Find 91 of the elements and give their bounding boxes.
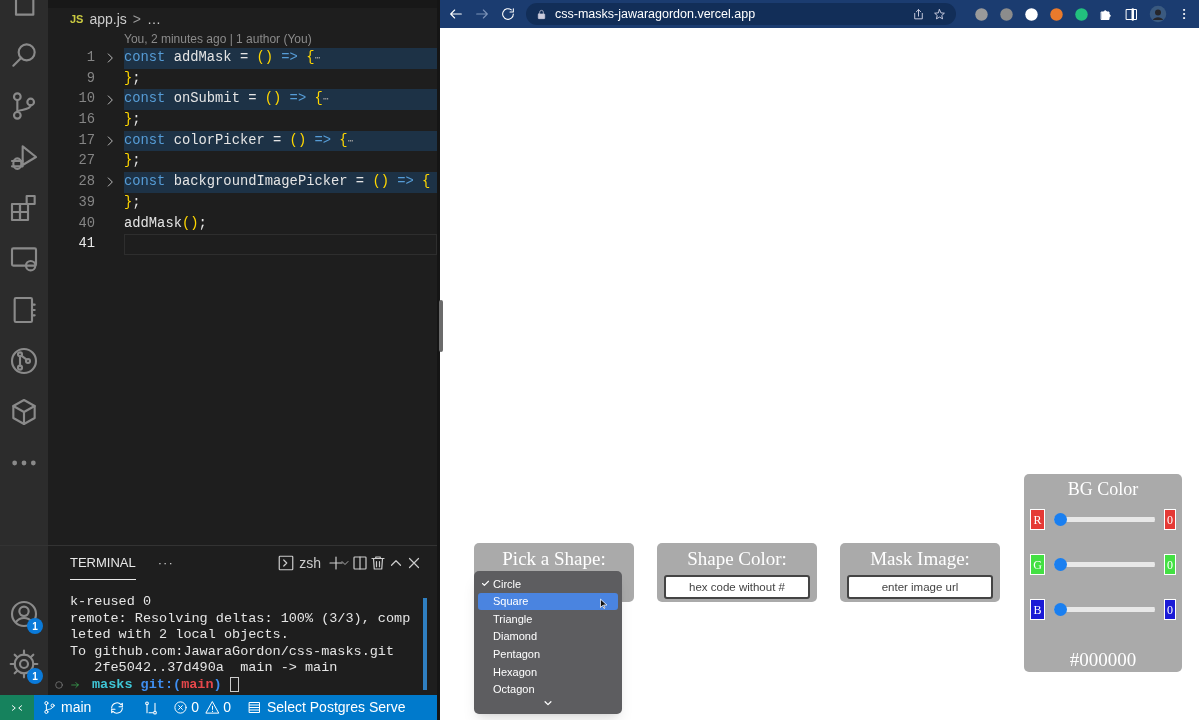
- circle-icon: [54, 679, 64, 690]
- plus-icon[interactable]: [327, 554, 345, 572]
- file-type-label: JS: [70, 11, 84, 27]
- channel-label: R: [1030, 509, 1045, 530]
- arrow-right-icon: [70, 679, 80, 690]
- database-icon: [246, 700, 262, 715]
- slider-thumb[interactable]: [1054, 558, 1067, 571]
- line-number: 16: [77, 111, 95, 130]
- branch-button[interactable]: main: [42, 697, 92, 718]
- split-icon[interactable]: [351, 554, 369, 572]
- channel-value: 0: [1164, 554, 1176, 575]
- line-number: 9: [85, 69, 95, 88]
- git-graph-icon[interactable]: [8, 345, 40, 377]
- menu-item[interactable]: Circle: [478, 575, 618, 593]
- code-line: };: [124, 152, 141, 171]
- terminal-line: remote: Resolving deltas: 100% (3/3), comp: [70, 610, 412, 627]
- menu-item[interactable]: Hexagon: [478, 662, 618, 681]
- code-line: };: [124, 69, 141, 88]
- more-actions-button[interactable]: ···: [157, 553, 174, 573]
- line-number: 40: [77, 214, 95, 233]
- menu-item[interactable]: Diamond: [478, 627, 618, 646]
- line-number: 1: [85, 49, 95, 67]
- trash-icon[interactable]: [369, 554, 387, 572]
- settings-icon[interactable]: [8, 648, 40, 680]
- line-number: 28: [77, 173, 95, 192]
- code-line: const backgroundImagePicker = () => {: [124, 173, 431, 192]
- sidebar-icon[interactable]: [1124, 6, 1139, 22]
- lock-icon: [536, 8, 547, 20]
- panel-title: Shape Color:: [687, 548, 787, 570]
- menu-item[interactable]: Octagon: [478, 680, 618, 699]
- address-bar[interactable]: css-masks-jawaragordon.vercel.app: [526, 3, 956, 25]
- scrollbar[interactable]: [423, 598, 427, 690]
- back-icon[interactable]: [448, 6, 464, 22]
- line-number: 10: [77, 90, 95, 109]
- shell-label[interactable]: zsh: [299, 552, 321, 574]
- panel-title: Mask Image:: [870, 548, 970, 570]
- error-icon: [173, 700, 189, 715]
- breadcrumb-separator: >: [132, 9, 141, 29]
- channel-label: G: [1030, 554, 1045, 575]
- menu-item[interactable]: Pentagon: [478, 645, 618, 663]
- slider-thumb[interactable]: [1054, 603, 1067, 616]
- terminal-line: To github.com:JawaraGordon/css-masks.git: [70, 643, 396, 660]
- slider-thumb[interactable]: [1054, 513, 1067, 526]
- warning-icon: [205, 700, 221, 715]
- text-input[interactable]: hex code without #: [664, 575, 810, 599]
- share-icon[interactable]: [912, 7, 925, 21]
- blame-annotation: You, 2 minutes ago | 1 author (You): [123, 31, 313, 48]
- extension-icon[interactable]: [1074, 6, 1089, 22]
- line-number: 41: [77, 235, 95, 254]
- channel-value: 0: [1164, 599, 1176, 620]
- mouse-pointer-icon: [598, 596, 610, 611]
- panel-title: Pick a Shape:: [502, 548, 606, 570]
- terminal-prompt: masks git:(main): [92, 676, 222, 693]
- code-line: };: [124, 111, 141, 130]
- line-number: 39: [77, 193, 95, 212]
- terminal-line: leted with 2 local objects.: [70, 627, 290, 644]
- menu-item[interactable]: Square: [478, 592, 618, 611]
- channel-label: B: [1030, 599, 1045, 620]
- breadcrumb-item[interactable]: …: [147, 8, 161, 30]
- code-line: const addMask = () => {⋯: [124, 49, 321, 67]
- line-number: 17: [77, 131, 95, 150]
- database-button[interactable]: Select Postgres Serve: [246, 697, 406, 718]
- terminal-cursor: [229, 677, 239, 693]
- account-icon[interactable]: [8, 598, 40, 630]
- star-icon[interactable]: [933, 7, 946, 21]
- menu-item[interactable]: Triangle: [478, 610, 618, 628]
- hex-value: #000000: [1069, 648, 1137, 672]
- terminal-line: 2fe5042..37d490a main -> main: [93, 660, 339, 677]
- check-icon: [481, 579, 490, 589]
- code-line: const onSubmit = () => {⋯: [124, 90, 329, 109]
- avatar-icon[interactable]: [1149, 5, 1167, 23]
- channel-value: 0: [1164, 509, 1176, 530]
- git-compare-icon[interactable]: [143, 699, 160, 716]
- problems-button[interactable]: 0 0: [173, 697, 231, 718]
- line-number: 27: [77, 152, 95, 171]
- extension-icon[interactable]: [1024, 6, 1039, 22]
- branch-icon: [42, 700, 57, 715]
- notification-badge: 1: [27, 618, 43, 634]
- text-input[interactable]: enter image url: [847, 575, 993, 599]
- code-line: };: [124, 193, 141, 212]
- terminal-icon[interactable]: [277, 554, 296, 572]
- code-line: const colorPicker = () => {⋯: [124, 131, 354, 150]
- reload-icon[interactable]: [500, 6, 516, 22]
- code-line: addMask();: [124, 214, 207, 233]
- panel-tab[interactable]: TERMINAL: [70, 546, 136, 580]
- terminal-line: k-reused 0: [70, 594, 152, 611]
- notification-badge: 1: [27, 668, 43, 684]
- forward-icon[interactable]: [474, 6, 490, 22]
- breadcrumb-item[interactable]: app.js: [89, 8, 127, 30]
- sync-icon[interactable]: [109, 699, 126, 716]
- panel-title: BG Color: [1067, 478, 1139, 500]
